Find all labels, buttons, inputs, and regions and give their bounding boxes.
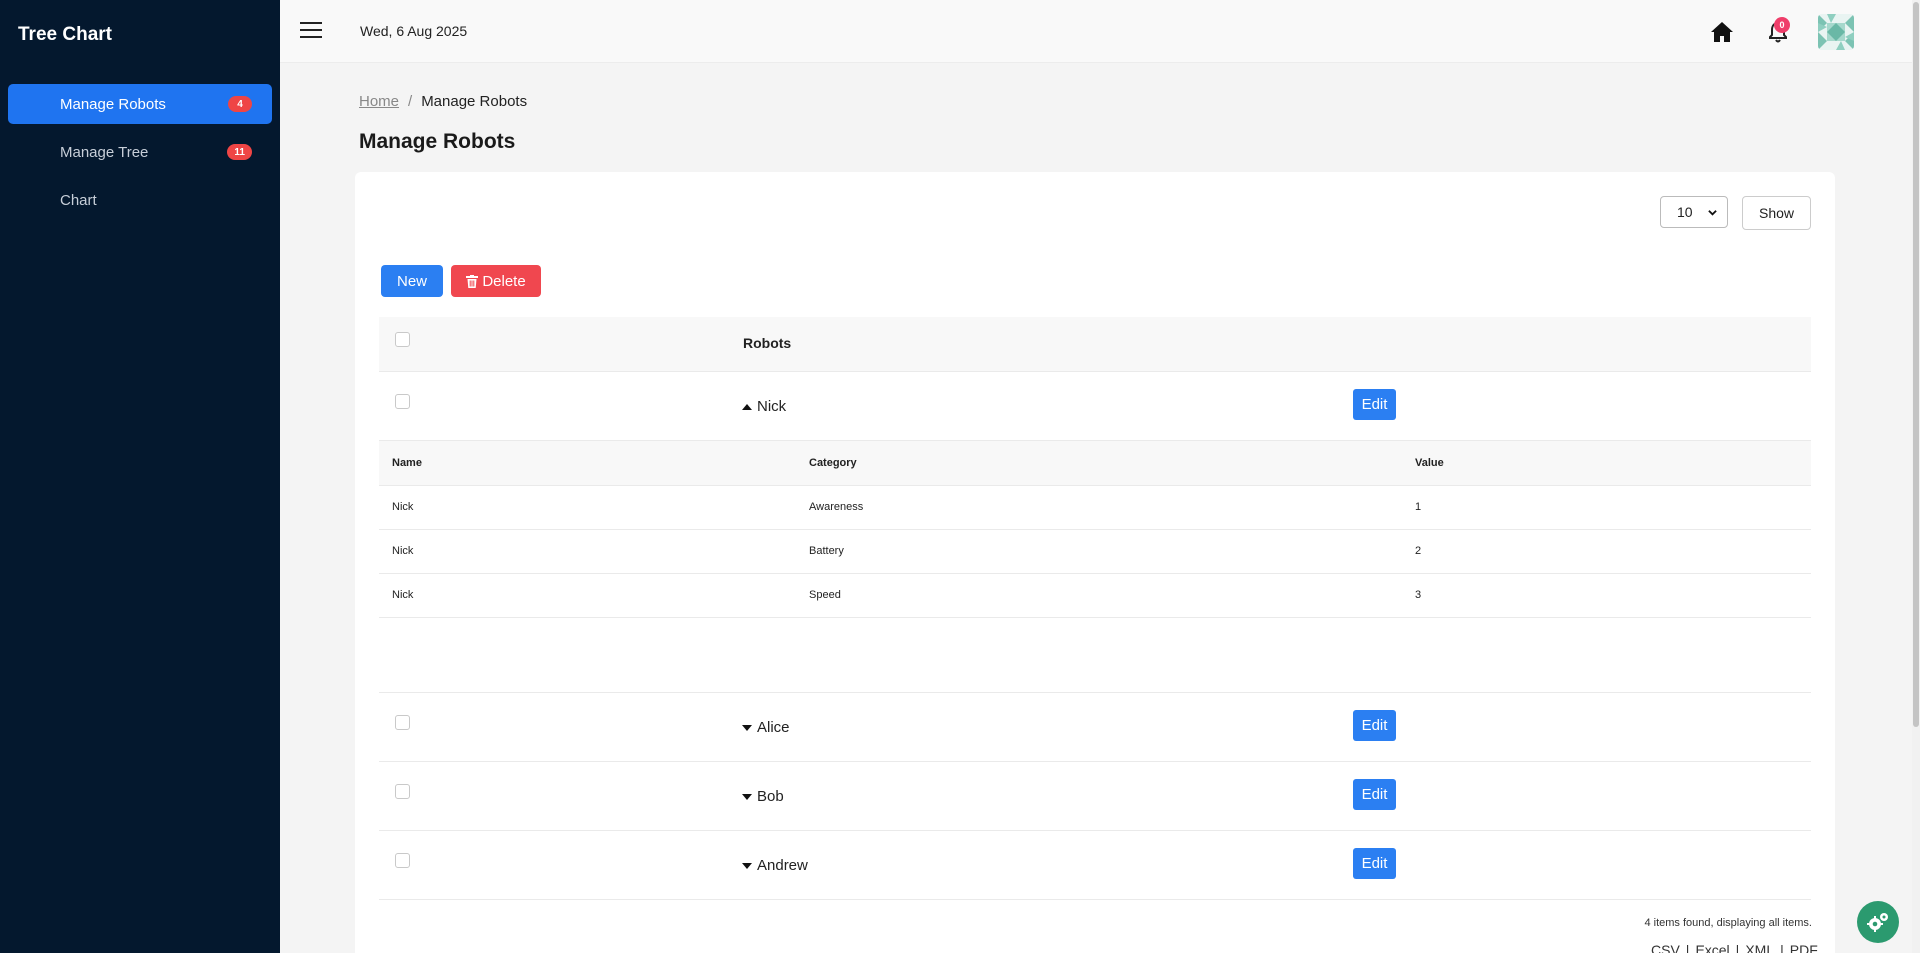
row-checkbox[interactable] <box>395 715 410 730</box>
chevron-down-icon <box>1708 210 1717 216</box>
export-separator: | <box>1735 942 1740 953</box>
robot-name: Andrew <box>757 857 808 874</box>
cell-name: Nick <box>379 485 796 530</box>
show-button[interactable]: Show <box>1742 196 1811 230</box>
export-separator: | <box>1780 942 1784 953</box>
column-header-value: Value <box>1402 441 1811 486</box>
edit-button[interactable]: Edit <box>1353 710 1396 741</box>
detail-table: Name Category Value Nick Awareness 1 Nic… <box>379 441 1811 618</box>
select-all-checkbox[interactable] <box>395 332 410 347</box>
page-size-value: 10 <box>1677 204 1693 220</box>
breadcrumb-separator: / <box>408 93 413 110</box>
count-badge: 11 <box>227 144 252 160</box>
cell-category: Awareness <box>796 485 1402 530</box>
row-checkbox[interactable] <box>395 394 410 409</box>
column-header-category: Category <box>796 441 1402 486</box>
home-icon[interactable] <box>1710 21 1734 43</box>
sidebar-item-label: Chart <box>60 191 97 209</box>
column-header-name: Name <box>379 441 796 486</box>
grid-header: Robots <box>379 317 1811 372</box>
row-checkbox[interactable] <box>395 784 410 799</box>
caret-up-icon <box>742 403 752 410</box>
app-title: Tree Chart <box>18 24 112 45</box>
sidebar-item-chart[interactable]: Chart <box>8 180 272 220</box>
edit-button[interactable]: Edit <box>1353 389 1396 420</box>
avatar[interactable] <box>1818 14 1854 50</box>
table-row: Andrew Edit <box>379 831 1811 900</box>
row-checkbox[interactable] <box>395 853 410 868</box>
export-excel-link[interactable]: Excel <box>1695 942 1729 953</box>
page-title: Manage Robots <box>359 130 516 153</box>
export-csv-link[interactable]: CSV <box>1651 942 1680 953</box>
row-toggle[interactable]: Bob <box>742 788 784 805</box>
robot-name: Nick <box>757 398 787 415</box>
new-button[interactable]: New <box>381 265 443 297</box>
breadcrumb-home-link[interactable]: Home <box>359 93 399 110</box>
robots-grid: Robots Nick Edit Name Category Value Nic… <box>379 317 1811 900</box>
table-row: Nick Edit <box>379 372 1811 441</box>
breadcrumb-current: Manage Robots <box>421 93 528 110</box>
export-pdf-link[interactable]: PDF <box>1790 942 1818 953</box>
column-header-robots: Robots <box>743 335 792 351</box>
cell-name: Nick <box>379 529 796 574</box>
cell-name: Nick <box>379 573 796 618</box>
cell-category: Battery <box>796 529 1402 574</box>
table-row: Bob Edit <box>379 762 1811 831</box>
notification-badge: 0 <box>1774 17 1790 33</box>
sidebar-item-label: Manage Tree <box>60 143 149 161</box>
settings-button[interactable] <box>1857 901 1899 943</box>
trash-icon <box>466 274 479 288</box>
edit-button[interactable]: Edit <box>1353 848 1396 879</box>
gears-icon <box>1867 913 1888 932</box>
sidebar-item-manage-tree[interactable]: Manage Tree 11 <box>8 132 272 172</box>
topbar: Wed, 6 Aug 2025 0 <box>280 0 1912 63</box>
caret-down-icon <box>742 724 752 731</box>
caret-down-icon <box>742 862 752 869</box>
count-badge: 4 <box>228 96 252 112</box>
export-separator: | <box>1685 942 1690 953</box>
export-xml-link[interactable]: XML <box>1745 942 1774 953</box>
cell-value: 2 <box>1402 529 1811 574</box>
caret-down-icon <box>742 793 752 800</box>
robot-name: Bob <box>757 788 784 805</box>
cell-value: 1 <box>1402 485 1811 530</box>
row-toggle[interactable]: Andrew <box>742 857 808 874</box>
cell-value: 3 <box>1402 573 1811 618</box>
breadcrumb: Home / Manage Robots <box>359 93 527 110</box>
detail-row: Nick Battery 2 <box>379 529 1811 574</box>
sidebar-item-label: Manage Robots <box>60 95 166 113</box>
robot-name: Alice <box>757 719 790 736</box>
cell-category: Speed <box>796 573 1402 618</box>
current-date: Wed, 6 Aug 2025 <box>360 23 468 39</box>
detail-row: Nick Speed 3 <box>379 573 1811 618</box>
export-links: CSV | Excel | XML | PDF <box>1651 942 1818 953</box>
row-toggle[interactable]: Alice <box>742 719 790 736</box>
table-row: Alice Edit <box>379 693 1811 762</box>
row-detail: Name Category Value Nick Awareness 1 Nic… <box>379 441 1811 693</box>
scrollbar-thumb[interactable] <box>1913 2 1919 727</box>
page-size-select[interactable]: 10 <box>1660 196 1728 228</box>
menu-icon[interactable] <box>300 22 322 40</box>
sidebar-item-manage-robots[interactable]: Manage Robots 4 <box>8 84 272 124</box>
row-toggle[interactable]: Nick <box>742 398 786 415</box>
items-count-text: 4 items found, displaying all items. <box>1644 917 1812 929</box>
detail-row: Nick Awareness 1 <box>379 485 1811 530</box>
sidebar: Tree Chart Manage Robots 4 Manage Tree 1… <box>0 0 280 953</box>
sidebar-nav: Manage Robots 4 Manage Tree 11 Chart <box>8 84 272 228</box>
edit-button[interactable]: Edit <box>1353 779 1396 810</box>
delete-button[interactable]: Delete <box>451 265 541 297</box>
delete-label: Delete <box>482 272 526 290</box>
